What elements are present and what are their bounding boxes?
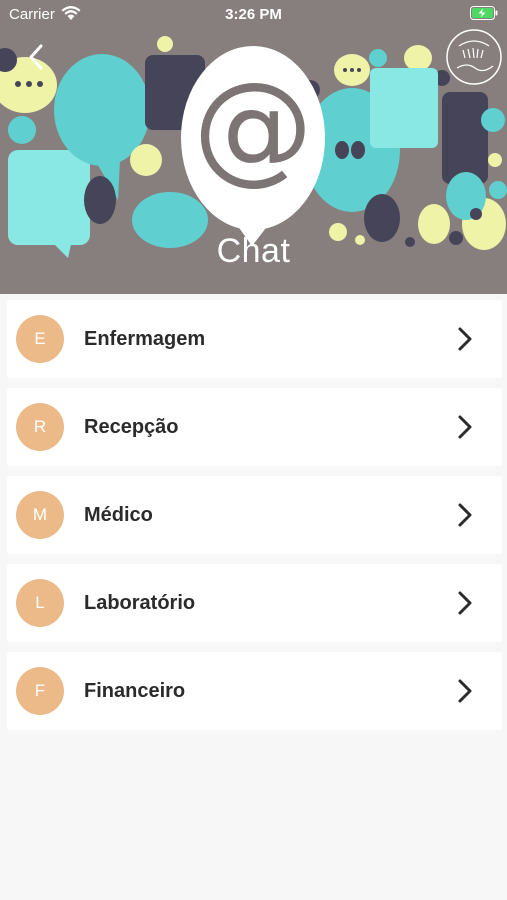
list-item-enfermagem[interactable]: E Enfermagem: [7, 300, 502, 378]
battery-charging-icon: [470, 6, 498, 20]
chevron-right-icon: [458, 503, 472, 527]
avatar: E: [16, 315, 64, 363]
status-bar: Carrier 3:26 PM: [0, 0, 507, 28]
page-title: Chat: [216, 232, 291, 270]
list-item-label: Médico: [84, 504, 153, 526]
at-sign-icon: @: [193, 58, 313, 197]
list-item-recepcao[interactable]: R Recepção: [7, 388, 502, 466]
status-time: 3:26 PM: [225, 6, 282, 23]
avatar: L: [16, 579, 64, 627]
back-button[interactable]: [22, 42, 52, 72]
chat-header-banner: @ Carrier 3:26 PM Chat: [0, 0, 507, 294]
chevron-right-icon: [458, 415, 472, 439]
department-list: E Enfermagem R Recepção M Médico L Labor…: [7, 300, 502, 740]
list-item-label: Financeiro: [84, 680, 186, 702]
list-item-label: Laboratório: [84, 592, 196, 614]
list-item-laboratorio[interactable]: L Laboratório: [7, 564, 502, 642]
list-item-label: Enfermagem: [84, 328, 206, 350]
chevron-right-icon: [458, 327, 472, 351]
avatar: M: [16, 491, 64, 539]
avatar: R: [16, 403, 64, 451]
chevron-right-icon: [458, 591, 472, 615]
chevron-right-icon: [458, 679, 472, 703]
brand-logo: [446, 29, 502, 85]
list-item-label: Recepção: [84, 416, 179, 438]
list-item-medico[interactable]: M Médico: [7, 476, 502, 554]
avatar: F: [16, 667, 64, 715]
list-item-financeiro[interactable]: F Financeiro: [7, 652, 502, 730]
